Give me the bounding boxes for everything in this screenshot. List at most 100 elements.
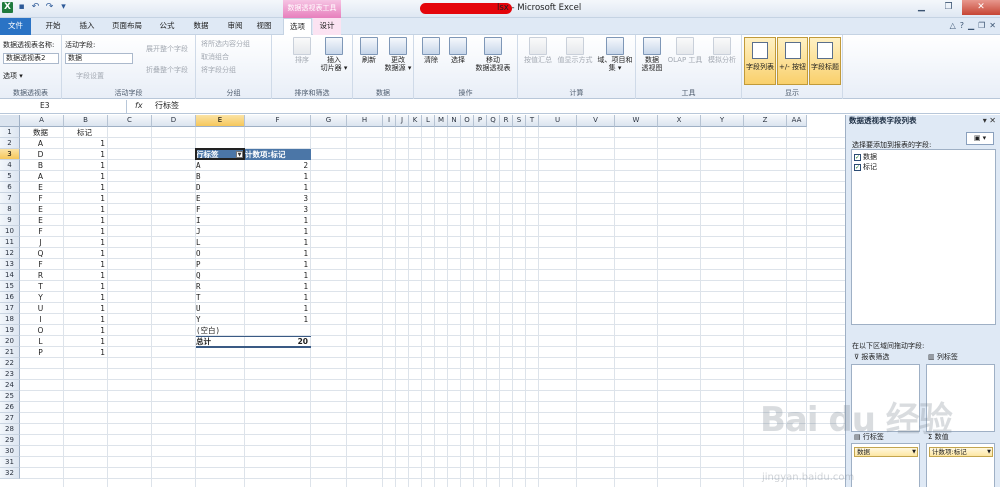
column-header[interactable]: S — [513, 115, 526, 127]
row-header[interactable]: 4 — [0, 160, 20, 171]
field-item-mark[interactable]: ✓ 标记 — [854, 163, 877, 172]
cell-E7[interactable]: E — [196, 193, 242, 204]
cell-A10[interactable]: F — [20, 226, 61, 237]
group-selection-button[interactable]: 将所选内容分组 — [201, 39, 250, 49]
column-header[interactable]: U — [539, 115, 577, 127]
undo-icon[interactable]: ↶ — [30, 2, 41, 13]
column-header[interactable]: T — [526, 115, 539, 127]
field-headers-toggle[interactable]: 字段标题 — [809, 37, 841, 85]
cell-B20[interactable]: 1 — [64, 336, 105, 347]
cell-B8[interactable]: 1 — [64, 204, 105, 215]
cell-B19[interactable]: 1 — [64, 325, 105, 336]
cell-F14[interactable]: 1 — [245, 270, 308, 281]
cell-A5[interactable]: A — [20, 171, 61, 182]
cell-F11[interactable]: 1 — [245, 237, 308, 248]
row-header[interactable]: 18 — [0, 314, 20, 325]
cell-A1[interactable]: 数据 — [20, 127, 61, 138]
pivot-options-button[interactable]: 选项 ▾ — [3, 71, 23, 81]
column-header[interactable]: R — [500, 115, 513, 127]
column-header[interactable]: A — [20, 115, 64, 127]
doc-minimize-icon[interactable]: ▁ — [968, 21, 974, 30]
cell-B18[interactable]: 1 — [64, 314, 105, 325]
cell-A15[interactable]: T — [20, 281, 61, 292]
tab-data[interactable]: 数据 — [185, 18, 217, 35]
tab-view[interactable]: 视图 — [251, 18, 277, 35]
pane-close-icon[interactable]: ▾ ✕ — [983, 116, 996, 125]
cell-A16[interactable]: Y — [20, 292, 61, 303]
row-header[interactable]: 1 — [0, 127, 20, 138]
tab-options[interactable]: 选项 — [283, 18, 312, 35]
checkbox-icon[interactable]: ✓ — [854, 154, 861, 161]
refresh-button[interactable]: 刷新 — [358, 37, 380, 64]
fields-items-sets-button[interactable]: 域、项目和 集 ▾ — [596, 37, 634, 72]
cell-B6[interactable]: 1 — [64, 182, 105, 193]
show-values-as-button[interactable]: 值显示方式 — [556, 37, 594, 64]
value-field-chip[interactable]: 计数项:标记 — [929, 447, 993, 457]
row-header[interactable]: 30 — [0, 446, 20, 457]
row-header[interactable]: 7 — [0, 193, 20, 204]
select-button[interactable]: 选择 — [447, 37, 469, 64]
cell-B3[interactable]: 1 — [64, 149, 105, 160]
cell-E4[interactable]: A — [196, 160, 242, 171]
column-header[interactable]: O — [461, 115, 474, 127]
tab-review[interactable]: 审阅 — [219, 18, 251, 35]
field-settings-button[interactable]: 字段设置 — [76, 71, 104, 81]
row-header[interactable]: 2 — [0, 138, 20, 149]
row-header[interactable]: 27 — [0, 413, 20, 424]
insert-slicer-button[interactable]: 插入 切片器 ▾ — [318, 37, 350, 72]
row-header[interactable]: 24 — [0, 380, 20, 391]
cell-A14[interactable]: R — [20, 270, 61, 281]
name-box[interactable]: E3 — [0, 100, 127, 113]
field-list-toggle[interactable]: 字段列表 — [744, 37, 776, 85]
select-all-corner[interactable] — [0, 115, 20, 127]
cell-F12[interactable]: 1 — [245, 248, 308, 259]
column-header[interactable]: V — [577, 115, 615, 127]
cell-B10[interactable]: 1 — [64, 226, 105, 237]
field-item-data[interactable]: ✓ 数据 — [854, 153, 877, 162]
pivot-chart-button[interactable]: 数据 透视图 — [639, 37, 665, 72]
cell-F5[interactable]: 1 — [245, 171, 308, 182]
tab-formulas[interactable]: 公式 — [151, 18, 183, 35]
cell-E20[interactable]: 总计 — [196, 336, 242, 347]
customize-icon[interactable]: ▾ — [58, 2, 69, 13]
cell-E6[interactable]: D — [196, 182, 242, 193]
tab-page-layout[interactable]: 页面布局 — [105, 18, 149, 35]
values-area[interactable]: 计数项:标记 — [926, 443, 995, 487]
sort-button[interactable]: 排序 — [290, 37, 314, 64]
cell-F7[interactable]: 3 — [245, 193, 308, 204]
olap-tools-button[interactable]: OLAP 工具 — [667, 37, 703, 64]
tab-file[interactable]: 文件 — [0, 18, 31, 35]
tab-home[interactable]: 开始 — [37, 18, 69, 35]
cell-B14[interactable]: 1 — [64, 270, 105, 281]
what-if-button[interactable]: 模拟分析 — [704, 37, 740, 64]
column-header[interactable]: H — [347, 115, 383, 127]
collapse-field-button[interactable]: 折叠整个字段 — [146, 65, 188, 75]
row-header[interactable]: 3 — [0, 149, 20, 160]
cell-F16[interactable]: 1 — [245, 292, 308, 303]
column-header[interactable]: D — [152, 115, 196, 127]
restore-icon[interactable]: ❐ — [935, 0, 962, 15]
worksheet-grid[interactable]: A B C D E F G H I J K L M N O P Q R S T U V W X Y Z AA 1 2 3 4 5 6 7 8 9 10 1… — [0, 115, 845, 487]
row-header[interactable]: 8 — [0, 204, 20, 215]
column-header[interactable]: K — [409, 115, 422, 127]
cell-A2[interactable]: A — [20, 138, 61, 149]
row-header[interactable]: 22 — [0, 358, 20, 369]
plus-minus-buttons-toggle[interactable]: +/- 按钮 — [777, 37, 808, 85]
column-header[interactable]: AA — [787, 115, 807, 127]
cell-F13[interactable]: 1 — [245, 259, 308, 270]
row-header[interactable]: 14 — [0, 270, 20, 281]
column-header[interactable]: G — [311, 115, 347, 127]
cell-A4[interactable]: B — [20, 160, 61, 171]
cell-E18[interactable]: Y — [196, 314, 242, 325]
cell-B5[interactable]: 1 — [64, 171, 105, 182]
cell-B4[interactable]: 1 — [64, 160, 105, 171]
row-header[interactable]: 16 — [0, 292, 20, 303]
checkbox-icon[interactable]: ✓ — [854, 164, 861, 171]
cell-E11[interactable]: L — [196, 237, 242, 248]
column-header[interactable]: P — [474, 115, 487, 127]
doc-close-icon[interactable]: ✕ — [989, 21, 996, 30]
row-header[interactable]: 23 — [0, 369, 20, 380]
cell-A11[interactable]: J — [20, 237, 61, 248]
column-header[interactable]: X — [658, 115, 701, 127]
cell-F6[interactable]: 1 — [245, 182, 308, 193]
